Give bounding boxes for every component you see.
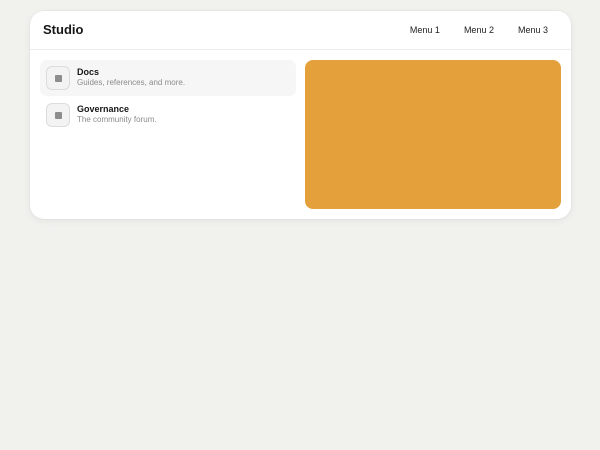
list-item-description: Guides, references, and more. — [77, 78, 186, 87]
brand-title: Studio — [43, 22, 84, 37]
header: Studio Menu 1 Menu 2 Menu 3 — [30, 11, 571, 50]
main-card: Studio Menu 1 Menu 2 Menu 3 Docs Guides,… — [30, 11, 571, 219]
menu-item-3[interactable]: Menu 3 — [506, 20, 560, 40]
top-nav: Menu 1 Menu 2 Menu 3 — [398, 11, 560, 49]
list-item-description: The community forum. — [77, 115, 157, 124]
menu-item-1[interactable]: Menu 1 — [398, 20, 452, 40]
list-item-governance[interactable]: Governance The community forum. — [40, 97, 296, 133]
square-icon — [46, 103, 70, 127]
menu-item-2[interactable]: Menu 2 — [452, 20, 506, 40]
list-item-title: Docs — [77, 67, 100, 77]
feature-panel — [305, 60, 561, 209]
list-item-docs[interactable]: Docs Guides, references, and more. — [40, 60, 296, 96]
resource-list: Docs Guides, references, and more. Gover… — [40, 60, 296, 134]
list-item-title: Governance — [77, 104, 130, 114]
square-icon — [46, 66, 70, 90]
